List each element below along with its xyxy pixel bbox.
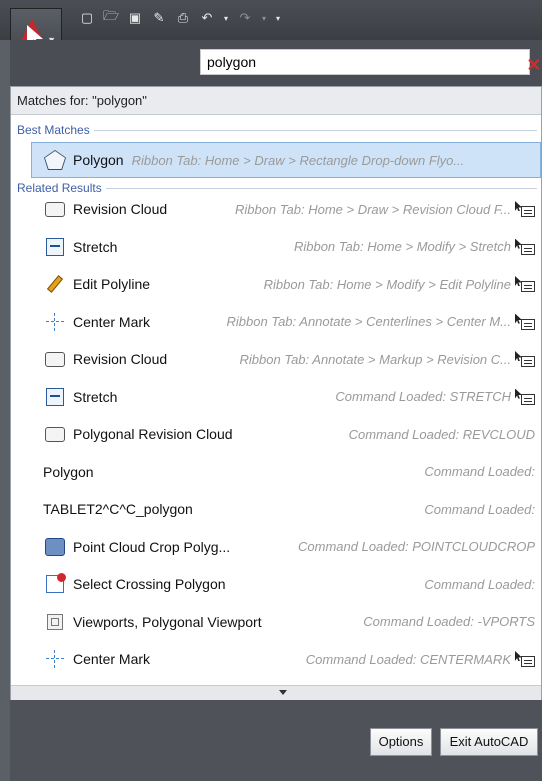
revision-cloud-icon — [43, 198, 67, 220]
result-item[interactable]: Stretch Ribbon Tab: Home > Modify > Stre… — [31, 232, 541, 262]
viewports-icon — [43, 611, 67, 633]
result-location: Command Loaded: CENTERMARK — [305, 651, 511, 667]
result-item[interactable]: Polygonal Revision Cloud Command Loaded:… — [31, 419, 541, 449]
locate-icon[interactable] — [515, 313, 535, 330]
locate-icon[interactable] — [515, 238, 535, 255]
result-item[interactable]: Select Crossing Polygon Command Loaded: — [31, 569, 541, 599]
result-name: Polygon — [73, 152, 124, 168]
result-location: Command Loaded: — [424, 464, 535, 479]
result-location: Ribbon Tab: Annotate > Centerlines > Cen… — [226, 314, 511, 329]
options-button[interactable]: Options — [370, 728, 432, 756]
result-name: Select Crossing Polygon — [73, 576, 226, 592]
result-location: Command Loaded: — [424, 501, 535, 517]
application-menu-window: ▢ 🗁 ▣ ✎ ⎙ ↶ ▾ ↷ ▾ ▾ ▼ ✕ Matches for: "po… — [0, 0, 542, 781]
redo-dropdown-icon[interactable]: ▾ — [260, 9, 268, 27]
exit-autocad-button[interactable]: Exit AutoCAD — [440, 728, 538, 756]
scroll-down-icon[interactable] — [279, 690, 287, 695]
result-name: Stretch — [73, 388, 118, 405]
result-name: Viewports, Polygonal Viewport — [73, 613, 262, 630]
best-matches-header: Best Matches — [17, 123, 537, 137]
customize-icon[interactable]: ▾ — [274, 9, 282, 27]
undo-dropdown-icon[interactable]: ▾ — [222, 9, 230, 27]
locate-icon[interactable] — [515, 351, 535, 367]
save-icon[interactable]: ▣ — [126, 9, 144, 27]
result-location: Command Loaded: STRETCH — [335, 389, 511, 404]
locate-icon[interactable] — [515, 201, 535, 217]
result-name: Polygon — [43, 463, 94, 480]
result-name: Edit Polyline — [73, 276, 151, 292]
quick-access-toolbar: ▢ 🗁 ▣ ✎ ⎙ ↶ ▾ ↷ ▾ ▾ — [0, 0, 542, 40]
result-item[interactable]: TABLET2^C^C_polygon Command Loaded: — [31, 494, 541, 524]
revision-cloud-icon — [43, 348, 67, 370]
result-item[interactable]: Polygon Command Loaded: — [31, 457, 541, 487]
search-box[interactable] — [200, 49, 530, 75]
stretch-icon — [43, 236, 67, 258]
new-icon[interactable]: ▢ — [78, 9, 96, 27]
redo-icon[interactable]: ↷ — [236, 9, 254, 27]
result-location: Command Loaded: REVCLOUD — [348, 426, 535, 442]
result-name: Revision Cloud — [73, 351, 168, 367]
select-crossing-icon — [43, 573, 67, 595]
result-item[interactable]: Center Mark Ribbon Tab: Annotate > Cente… — [31, 307, 541, 337]
best-match-row[interactable]: Polygon Ribbon Tab: Home > Draw > Rectan… — [31, 145, 541, 175]
result-item[interactable]: Stretch Command Loaded: STRETCH — [31, 382, 541, 412]
edit-polyline-icon — [43, 273, 67, 295]
stretch-icon — [43, 386, 67, 408]
result-location: Ribbon Tab: Home > Draw > Rectangle Drop… — [131, 152, 465, 168]
result-location: Ribbon Tab: Annotate > Markup > Revision… — [239, 351, 511, 367]
result-location: Command Loaded: -VPORTS — [363, 614, 535, 629]
result-name: Revision Cloud — [73, 201, 168, 217]
print-icon[interactable]: ⎙ — [174, 9, 192, 27]
save-as-icon[interactable]: ✎ — [150, 9, 168, 27]
search-bar: ✕ — [10, 40, 542, 86]
open-icon[interactable]: 🗁 — [102, 8, 120, 27]
center-mark-icon — [43, 648, 67, 670]
result-location: Ribbon Tab: Home > Draw > Revision Cloud… — [234, 201, 511, 217]
result-item[interactable]: Point Cloud Crop Polyg... Command Loaded… — [31, 532, 541, 562]
related-results-header: Related Results — [17, 181, 537, 195]
result-location: Command Loaded: POINTCLOUDCROP — [298, 539, 535, 554]
result-item[interactable]: Revision Cloud Ribbon Tab: Annotate > Ma… — [31, 344, 541, 374]
result-name: Polygonal Revision Cloud — [73, 426, 233, 442]
polygon-icon — [43, 149, 67, 171]
revision-cloud-icon — [43, 423, 67, 445]
result-item[interactable]: Revision Cloud Ribbon Tab: Home > Draw >… — [31, 194, 541, 224]
result-name: Center Mark — [73, 651, 151, 667]
result-location: Ribbon Tab: Home > Modify > Stretch — [293, 239, 511, 254]
scroll-down-bar[interactable] — [11, 685, 541, 700]
matches-header: Matches for: "polygon" — [11, 87, 541, 115]
locate-icon[interactable] — [515, 388, 535, 405]
footer-bar: Options Exit AutoCAD — [10, 700, 542, 781]
result-name: TABLET2^C^C_polygon — [43, 501, 193, 517]
result-name: Center Mark — [73, 313, 151, 330]
center-mark-icon — [43, 311, 67, 333]
quick-access-icons: ▢ 🗁 ▣ ✎ ⎙ ↶ ▾ ↷ ▾ ▾ — [78, 8, 282, 27]
result-item[interactable]: Edit Polyline Ribbon Tab: Home > Modify … — [31, 269, 541, 299]
locate-icon[interactable] — [515, 276, 535, 292]
undo-icon[interactable]: ↶ — [198, 9, 216, 27]
clear-search-icon[interactable]: ✕ — [525, 56, 542, 74]
search-results-panel: Matches for: "polygon" Best Matches Poly… — [10, 86, 542, 700]
result-item[interactable]: Center Mark Command Loaded: CENTERMARK — [31, 644, 541, 674]
point-cloud-crop-icon — [43, 536, 67, 558]
result-name: Point Cloud Crop Polyg... — [73, 538, 231, 555]
result-item[interactable]: Viewports, Polygonal Viewport Command Lo… — [31, 607, 541, 637]
search-input[interactable] — [207, 52, 497, 72]
result-name: Stretch — [73, 238, 118, 255]
result-location: Command Loaded: — [424, 576, 535, 592]
result-location: Ribbon Tab: Home > Modify > Edit Polylin… — [263, 276, 511, 292]
locate-icon[interactable] — [515, 651, 535, 667]
